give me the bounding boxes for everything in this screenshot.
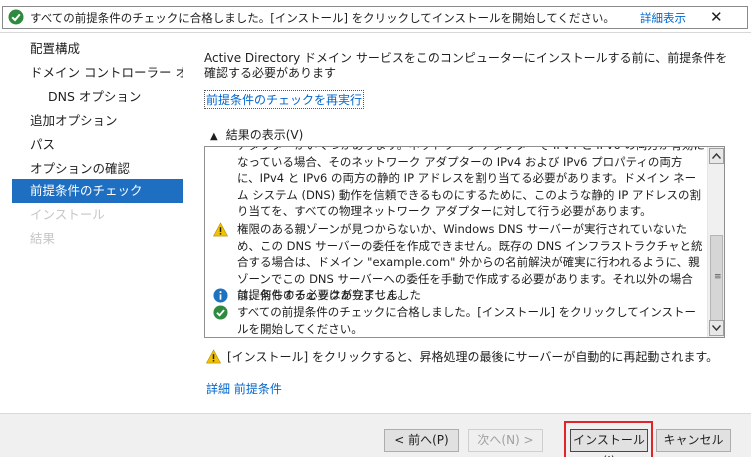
wizard-footer: < 前へ(P) 次へ(N) > インストール(I) キャンセル xyxy=(0,413,751,457)
result-text: すべての前提条件のチェックに合格しました。[インストール] をクリックしてインス… xyxy=(237,305,697,336)
notification-bar: すべての前提条件のチェックに合格しました。[インストール] をクリックしてインス… xyxy=(2,6,748,29)
cancel-button[interactable]: キャンセル xyxy=(656,429,731,452)
warning-icon xyxy=(213,222,228,237)
prev-button[interactable]: < 前へ(P) xyxy=(384,429,459,452)
banner-message: すべての前提条件のチェックに合格しました。[インストール] をクリックしてインス… xyxy=(30,11,615,25)
nav-item-results: 結果 xyxy=(30,231,56,246)
nav-item-prerequisites-check[interactable]: 前提条件のチェック xyxy=(12,179,183,203)
more-prerequisites-link[interactable]: 詳細 前提条件 xyxy=(206,380,282,397)
rerun-prerequisites-link[interactable]: 前提条件のチェックを再実行 xyxy=(204,90,365,109)
nav-item-dns-options[interactable]: DNS オプション xyxy=(12,85,183,109)
grip-icon: ≡ xyxy=(714,272,722,282)
chevron-up-icon: ▲ xyxy=(210,131,218,142)
install-highlight-box xyxy=(564,421,653,457)
results-header-label: 結果の表示(V) xyxy=(225,128,304,142)
results-list[interactable]: アダプターがいくつかあります。ネットワーク アダプターで IPv4 と IPv6… xyxy=(204,146,725,338)
check-icon xyxy=(8,9,24,25)
nav-item-additional-options[interactable]: 追加オプション xyxy=(12,109,183,133)
result-text: アダプターがいくつかあります。ネットワーク アダプターで IPv4 と IPv6… xyxy=(237,147,705,218)
results-scrollbar[interactable]: ≡ xyxy=(707,147,724,337)
nav-item-dc-options[interactable]: ドメイン コントローラー オプ… xyxy=(12,61,183,85)
result-text: 前提条件のチェックが完了しました xyxy=(237,288,421,302)
details-link[interactable]: 詳細表示 xyxy=(640,10,686,26)
nav-item-deployment-config[interactable]: 配置構成 xyxy=(12,37,183,61)
chevron-down-icon xyxy=(711,325,722,332)
chevron-up-icon xyxy=(711,152,722,159)
nav-item-installation: インストール xyxy=(30,207,105,222)
scroll-down-button[interactable] xyxy=(709,320,724,336)
results-toggle[interactable]: ▲ 結果の表示(V) xyxy=(210,126,303,143)
warning-icon xyxy=(206,349,221,364)
next-button: 次へ(N) > xyxy=(468,429,543,452)
info-icon xyxy=(213,288,228,303)
nav-item-review-options[interactable]: オプションの確認 xyxy=(12,157,183,181)
scroll-thumb[interactable]: ≡ xyxy=(710,235,723,323)
nav-item-paths[interactable]: パス xyxy=(12,133,183,157)
wizard-nav: 配置構成 ドメイン コントローラー オプ… DNS オプション 追加オプション … xyxy=(0,33,190,413)
main-content: Active Directory ドメイン サービスをこのコンピューターにインス… xyxy=(190,33,751,413)
close-icon[interactable]: ✕ xyxy=(710,8,723,26)
notification-banner: すべての前提条件のチェックに合格しました。[インストール] をクリックしてインス… xyxy=(0,0,751,33)
intro-text: Active Directory ドメイン サービスをこのコンピューターにインス… xyxy=(204,51,728,80)
check-icon xyxy=(213,305,228,320)
restart-warning-text: [インストール] をクリックすると、昇格処理の最後にサーバーが自動的に再起動され… xyxy=(227,350,719,364)
scroll-up-button[interactable] xyxy=(709,148,724,164)
results-viewport: アダプターがいくつかあります。ネットワーク アダプターで IPv4 と IPv6… xyxy=(205,147,708,337)
